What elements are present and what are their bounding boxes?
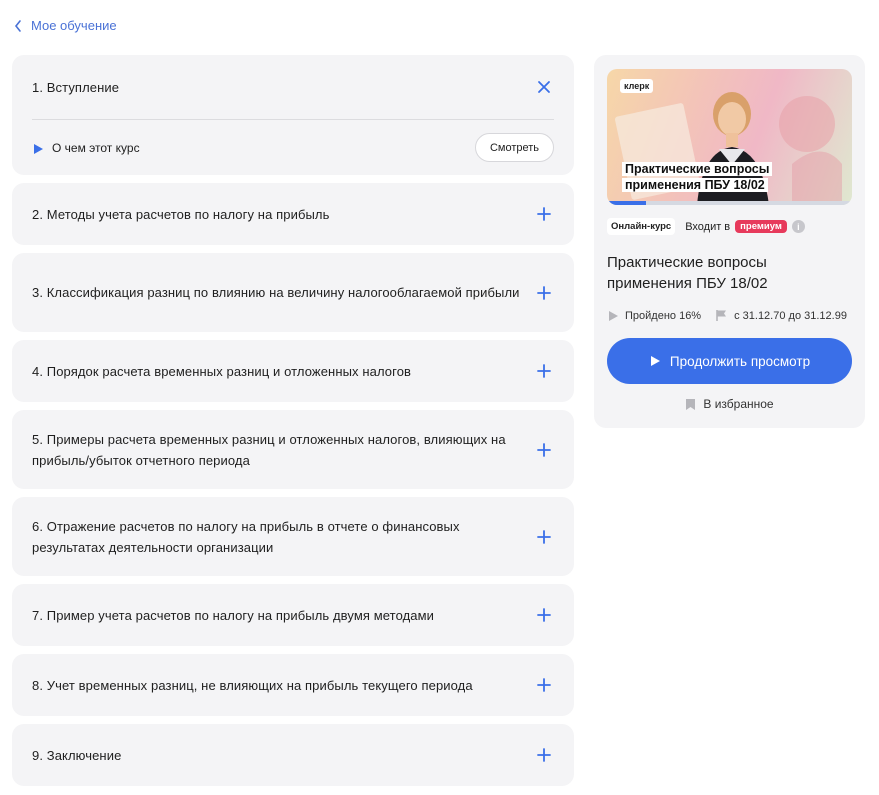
lesson-title: О чем этот курс [52,140,140,155]
module-title: 1. Вступление [32,79,120,95]
lesson-item: О чем этот курс Смотреть [12,120,574,175]
progress-label: Пройдено 16% [625,309,702,322]
module-title: 3. Классификация разниц по влиянию на ве… [32,285,520,300]
close-icon[interactable] [534,77,554,97]
brand-logo: клерк [620,79,654,93]
course-badges: Онлайн-курс Входит в премиум i [607,218,805,235]
course-card: клерк Практические вопросы применения ПБ… [594,55,865,428]
dates-meta: с 31.12.70 до 31.12.99 [715,309,847,322]
module-8[interactable]: 8. Учет временных разниц, не влияющих на… [12,654,574,716]
watch-button[interactable]: Смотреть [474,133,554,162]
module-title: 5. Примеры расчета временных разниц и от… [32,431,506,468]
plus-icon[interactable] [534,527,554,547]
module-title: 7. Пример учета расчетов по налогу на пр… [32,607,435,623]
premium-badge: премиум [735,220,787,233]
continue-watching-label: Продолжить просмотр [669,353,811,369]
back-link-my-learning[interactable]: Мое обучение [13,18,117,33]
module-6[interactable]: 6. Отражение расчетов по налогу на прибы… [12,497,574,576]
chevron-left-icon [14,19,21,32]
module-title: 9. Заключение [32,747,122,763]
module-title: 2. Методы учета расчетов по налогу на пр… [32,206,330,222]
back-link-label: Мое обучение [31,18,117,33]
included-in-badge: Входит в премиум i [685,220,805,233]
module-5[interactable]: 5. Примеры расчета временных разниц и от… [12,410,574,489]
continue-watching-button[interactable]: Продолжить просмотр [607,338,852,384]
course-title: Практические вопросы применения ПБУ 18/0… [607,254,768,292]
flag-icon [716,310,727,321]
online-course-badge: Онлайн-курс [607,218,676,235]
module-2[interactable]: 2. Методы учета расчетов по налогу на пр… [12,183,574,245]
plus-icon[interactable] [534,283,554,303]
module-title: 4. Порядок расчета временных разниц и от… [32,363,412,379]
course-thumbnail[interactable]: клерк Практические вопросы применения ПБ… [607,69,852,205]
module-7[interactable]: 7. Пример учета расчетов по налогу на пр… [12,584,574,646]
add-to-favorites-button[interactable]: В избранное [594,397,865,411]
progress-meta: Пройдено 16% [607,310,701,322]
plus-icon[interactable] [534,361,554,381]
thumbnail-title: Практические вопросы применения ПБУ 18/0… [622,161,773,193]
module-header[interactable]: 1. Вступление [12,55,574,119]
play-icon [609,310,618,321]
module-1: 1. Вступление О чем этот курс Смотреть [12,55,574,175]
module-4[interactable]: 4. Порядок расчета временных разниц и от… [12,340,574,402]
info-icon[interactable]: i [791,220,805,233]
thumbnail-progress-bar [607,201,852,205]
plus-icon[interactable] [534,675,554,695]
course-meta: Пройдено 16% с 31.12.70 до 31.12.99 [607,309,847,322]
included-in-label: Входит в [685,220,731,233]
play-icon [650,356,660,366]
bookmark-icon [686,398,696,410]
course-modules-list: 1. Вступление О чем этот курс Смотреть 2… [12,55,574,794]
plus-icon[interactable] [534,204,554,224]
plus-icon[interactable] [534,745,554,765]
module-9[interactable]: 9. Заключение [12,724,574,786]
plus-icon[interactable] [534,440,554,460]
favorites-label: В избранное [703,397,774,411]
dates-label: с 31.12.70 до 31.12.99 [734,309,847,322]
module-3[interactable]: 3. Классификация разниц по влиянию на ве… [12,253,574,332]
module-title: 6. Отражение расчетов по налогу на прибы… [32,518,460,555]
module-title: 8. Учет временных разниц, не влияющих на… [32,677,473,693]
plus-icon[interactable] [534,605,554,625]
play-icon [34,144,43,154]
progress-fill [607,201,647,205]
